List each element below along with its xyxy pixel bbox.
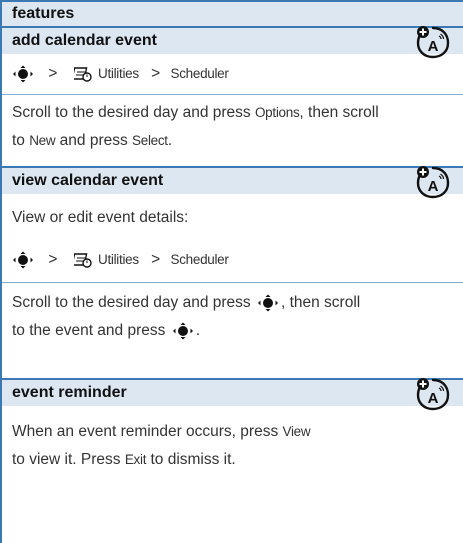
path-item-utilities: Utilities <box>98 252 139 267</box>
path-item-scheduler: Scheduler <box>170 66 229 81</box>
section-event-reminder: event reminder When an event reminder oc… <box>2 380 463 500</box>
text-run: to dismiss it. <box>146 451 236 468</box>
navigation-key-icon <box>12 251 34 269</box>
key-label-new: New <box>29 133 56 148</box>
text-run: . <box>195 322 200 339</box>
text-run: to view it. Press <box>12 451 125 468</box>
navigation-key-icon <box>172 322 194 340</box>
header-title: features <box>12 5 75 22</box>
key-label-view: View <box>282 424 311 439</box>
path-separator: > <box>151 251 161 268</box>
section-title: event reminder <box>2 380 463 406</box>
network-feature-badge-icon <box>415 24 451 60</box>
utilities-menu-icon <box>74 252 92 268</box>
section-title: view calendar event <box>2 168 463 194</box>
text-run: , then scroll <box>299 104 379 121</box>
key-label-options: Options <box>254 105 300 120</box>
text-run: . <box>167 132 173 149</box>
section-view-calendar-event: view calendar event View or edit event d… <box>2 168 463 380</box>
menu-path: > Utilities > Scheduler <box>12 60 453 88</box>
feature-table: features add calendar event > Utilities … <box>0 0 463 543</box>
navigation-key-icon <box>12 65 34 83</box>
text-run: to the event and press <box>12 322 170 339</box>
path-item-utilities: Utilities <box>98 66 139 81</box>
intro-text: View or edit event details: <box>12 209 189 226</box>
path-item-scheduler: Scheduler <box>170 252 229 267</box>
text-run: , then scroll <box>280 294 361 311</box>
network-feature-badge-icon <box>415 164 451 200</box>
text-run: to <box>12 132 30 149</box>
section-title: add calendar event <box>2 28 463 54</box>
network-feature-badge-icon <box>415 376 451 412</box>
key-label-select: Select <box>132 133 168 148</box>
text-run: Scroll to the desired day and press <box>12 104 255 121</box>
path-separator: > <box>48 251 58 268</box>
navigation-key-icon <box>257 294 279 312</box>
instruction-text: When an event reminder occurs, press Vie… <box>12 418 453 474</box>
menu-path: > Utilities > Scheduler <box>12 246 453 274</box>
instruction-text: Scroll to the desired day and press , th… <box>12 289 453 345</box>
text-run: Scroll to the desired day and press <box>12 294 255 311</box>
utilities-menu-icon <box>74 66 92 82</box>
text-run: When an event reminder occurs, press <box>12 423 283 440</box>
text-run: and press <box>55 132 133 149</box>
path-separator: > <box>151 65 161 82</box>
section-add-calendar-event: add calendar event > Utilities > Schedul… <box>2 28 463 168</box>
path-separator: > <box>48 65 58 82</box>
instruction-text: Scroll to the desired day and press Opti… <box>12 99 453 155</box>
key-label-exit: Exit <box>124 452 147 467</box>
table-header: features <box>2 0 463 28</box>
